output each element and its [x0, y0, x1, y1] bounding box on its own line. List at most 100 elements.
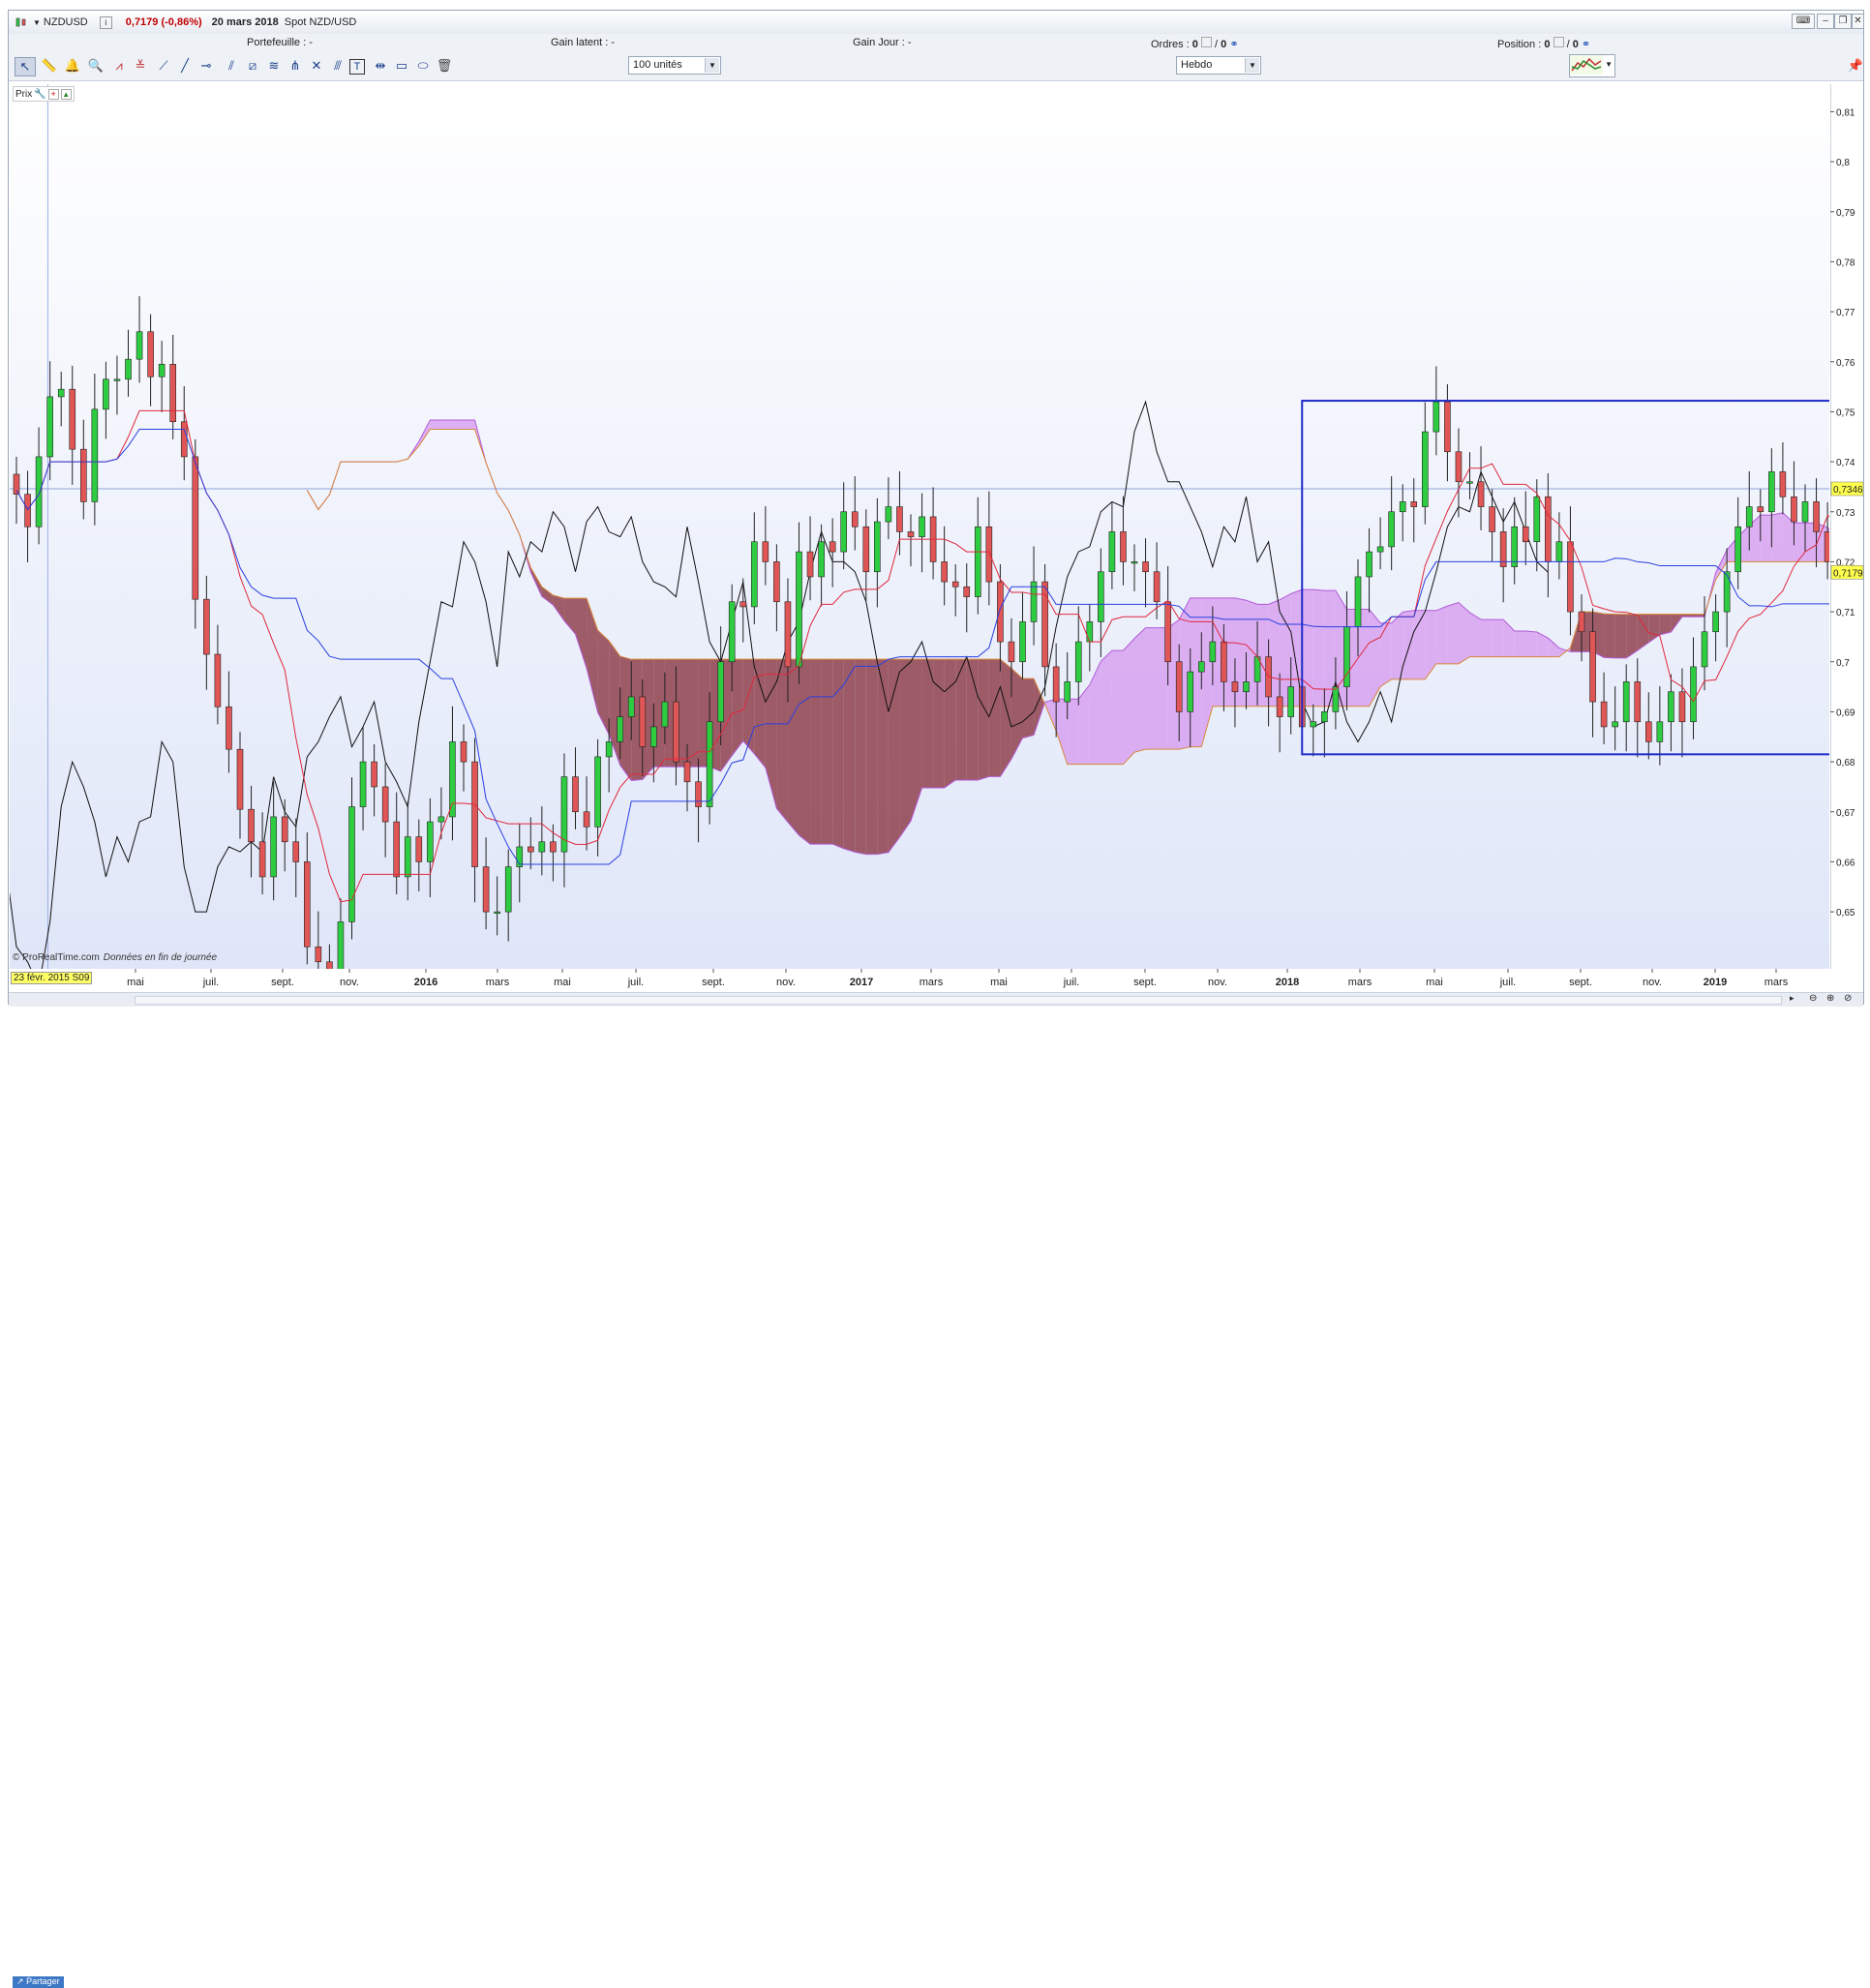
price-tick-label: 0,77	[1836, 308, 1855, 318]
candle-body	[236, 748, 244, 810]
price-axis[interactable]: 0,65 0,66 0,67 0,68 0,69 0,7 0,71 0,72 0,73 0,74 0…	[1829, 84, 1864, 969]
pin-icon[interactable]: 📌	[1846, 57, 1865, 75]
trash-icon[interactable]: 🗑	[435, 57, 454, 75]
reset-zoom-icon[interactable]: ⊘	[1844, 993, 1852, 1004]
share-icon: ↗	[16, 1976, 24, 1986]
kumo-segment	[988, 659, 1001, 777]
zoom-icon[interactable]: 🔍	[86, 57, 106, 75]
candle-body	[1791, 496, 1797, 523]
candle-body	[1678, 691, 1686, 723]
credit-text: © ProRealTime.com	[13, 952, 100, 963]
add-indicator-icon[interactable]: +	[47, 88, 59, 100]
rectangle-tool-icon[interactable]: ▭	[392, 57, 411, 75]
candle-body	[1634, 681, 1642, 723]
price-tick-label: 0,8	[1836, 158, 1850, 168]
wave-icon[interactable]: ≋	[264, 57, 284, 75]
price-chart[interactable]	[0, 84, 1870, 1023]
ordres-edit-icon[interactable]	[1200, 37, 1212, 47]
kumo-segment	[1469, 612, 1482, 657]
ray-line-icon[interactable]: ╱	[175, 57, 195, 75]
candle-body	[1622, 681, 1630, 723]
chevron-down-icon[interactable]: ▼	[705, 58, 719, 73]
ellipse-tool-icon[interactable]: ⬭	[413, 57, 433, 75]
zoom-out-icon[interactable]: ⊖	[1809, 993, 1817, 1004]
candle-chart-icon	[15, 17, 26, 27]
candle-body	[1612, 721, 1618, 728]
pointer-icon[interactable]: ↖	[15, 57, 36, 76]
instrument-selector[interactable]: ▼ NZDUSD	[15, 16, 88, 28]
regression-icon[interactable]: ⧄	[243, 57, 262, 75]
close-button[interactable]: ✕	[1852, 14, 1864, 29]
candle-body	[1209, 641, 1217, 663]
kumo-segment	[1134, 627, 1146, 753]
candle-body	[605, 741, 613, 758]
kumo-segment	[1447, 602, 1459, 664]
candle-body	[1690, 666, 1697, 723]
candle-body	[1376, 546, 1384, 553]
horizontal-scrollbar[interactable]	[135, 996, 1782, 1005]
price-tick-label: 0,74	[1836, 458, 1855, 468]
fibonacci-fan-icon[interactable]: ⩘	[109, 57, 129, 75]
share-button[interactable]: ↗ Partager	[13, 1976, 64, 1988]
kumo-segment	[810, 659, 822, 845]
candle-body	[896, 506, 903, 532]
ordres-link-icon[interactable]: ⚭	[1229, 39, 1238, 50]
position-edit-icon[interactable]	[1553, 37, 1564, 47]
time-tick-label: 2017	[850, 977, 873, 988]
ordres-label: Ordres :	[1151, 39, 1190, 50]
fibonacci-icon[interactable]: ≚	[131, 57, 150, 75]
candle-body	[1444, 401, 1451, 453]
kumo-segment	[787, 659, 799, 836]
price-label-text: 0,7179	[1833, 568, 1863, 579]
ruler-icon[interactable]: 📏	[40, 57, 59, 75]
kumo-segment	[1111, 650, 1124, 765]
candle-body	[80, 448, 87, 502]
scroll-right-icon[interactable]: ▸	[1790, 993, 1795, 1004]
kumo-segment	[888, 659, 900, 853]
trendline-icon[interactable]: ⟋	[154, 57, 173, 75]
cross-line-icon[interactable]: ✕	[307, 57, 326, 75]
restore-button[interactable]: ❐	[1834, 14, 1852, 29]
chevron-down-icon[interactable]: ▼	[1605, 60, 1613, 69]
candle-body	[57, 388, 65, 398]
candle-body	[762, 541, 769, 562]
minimize-button[interactable]: –	[1817, 14, 1834, 29]
channel-icon[interactable]: ⫽	[222, 57, 241, 75]
info-icon[interactable]: i	[99, 15, 112, 29]
kumo-segment	[1525, 630, 1537, 657]
candle-body	[1074, 641, 1082, 682]
horizontal-line-icon[interactable]: ⊸	[196, 57, 216, 75]
parallel-lines-icon[interactable]: ⫻	[328, 57, 347, 75]
chevron-down-icon[interactable]: ▼	[1245, 58, 1259, 73]
arrow-tool-icon[interactable]: ⇹	[371, 57, 390, 75]
alert-bell-icon[interactable]: 🔔	[63, 57, 82, 75]
keyboard-icon[interactable]: ⌨	[1792, 14, 1815, 29]
expand-up-icon[interactable]: ▲	[60, 88, 72, 100]
pitchfork-icon[interactable]: ⋔	[286, 57, 305, 75]
position-link-icon[interactable]: ⚭	[1582, 39, 1590, 50]
time-axis[interactable]: mai juil. sept. nov. 2016 mars mai juil. sept. no…	[10, 969, 1863, 992]
position-label: Position :	[1497, 39, 1542, 50]
instrument-name: NZDUSD	[43, 16, 88, 28]
candle-body	[125, 358, 132, 380]
period-select[interactable]: Hebdo ▼	[1176, 56, 1261, 75]
dropdown-arrow-icon[interactable]: ▼	[33, 18, 41, 27]
candle-body	[192, 456, 199, 600]
price-axis-svg: 0,650,660,670,680,690,70,710,720,730,740…	[1829, 84, 1864, 969]
candle-body	[1086, 621, 1094, 643]
position-status: Position : 0 / 0 ⚭	[1497, 37, 1590, 50]
indicators-button[interactable]: ▼	[1569, 54, 1615, 77]
indicators-icon	[1570, 55, 1603, 75]
zoom-in-icon[interactable]: ⊕	[1826, 993, 1834, 1004]
quantity-select[interactable]: 100 unités ▼	[628, 56, 721, 75]
kumo-segment	[944, 659, 956, 788]
text-tool-icon[interactable]: T	[349, 59, 365, 75]
price-tick-label: 0,67	[1836, 808, 1855, 819]
candle-body	[270, 816, 277, 878]
time-tick-label: nov.	[1208, 977, 1227, 988]
wrench-icon[interactable]: 🔧	[34, 89, 45, 100]
candle-body	[1734, 526, 1741, 573]
candle-body	[1052, 666, 1060, 703]
candle-body	[1489, 506, 1495, 532]
candle-body	[504, 866, 512, 913]
